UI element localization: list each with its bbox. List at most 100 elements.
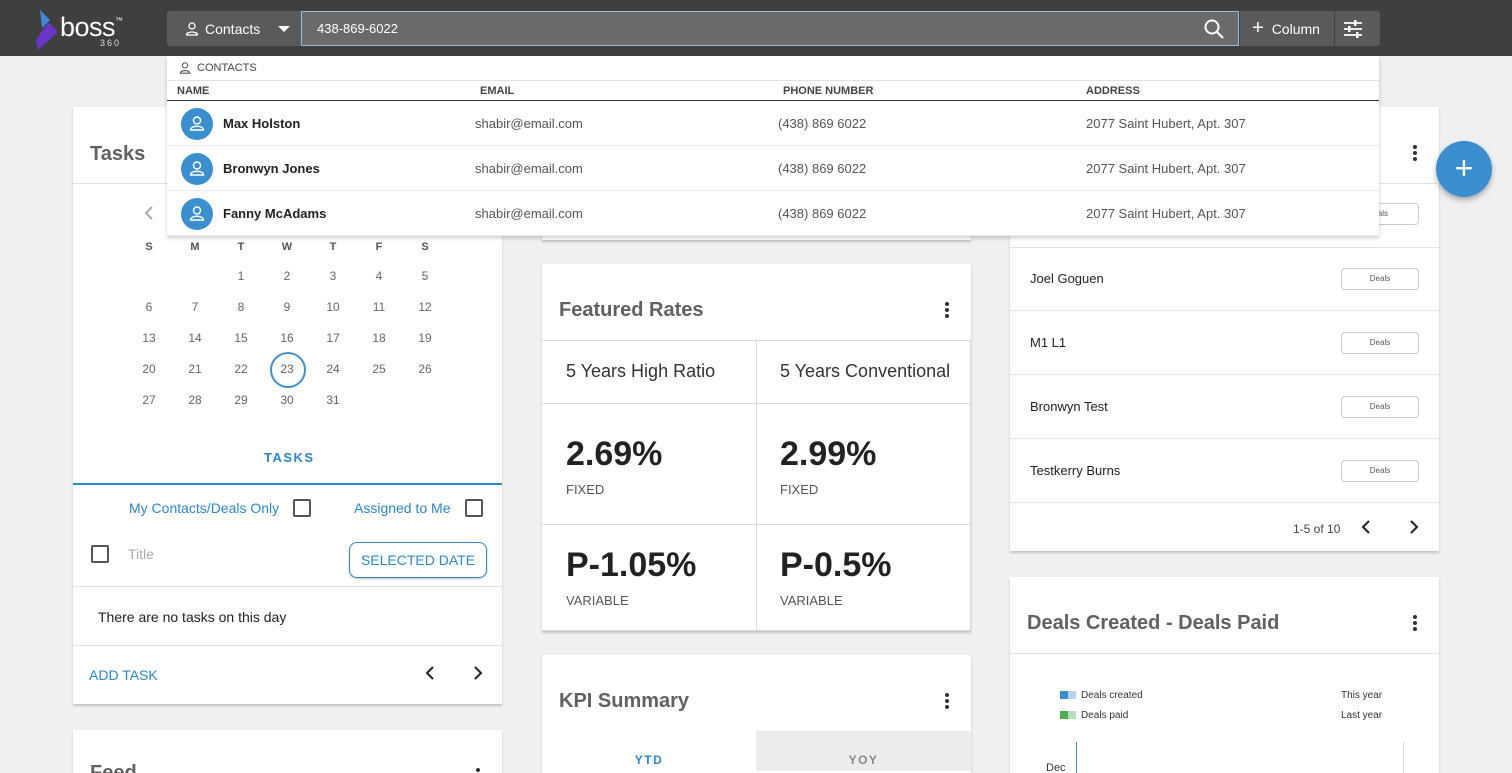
person-icon [189, 161, 205, 176]
calendar-day[interactable]: 21 [172, 362, 218, 376]
contact-address: 2077 Saint Hubert, Apt. 307 [1086, 116, 1246, 131]
search-icon[interactable] [1203, 18, 1225, 40]
calendar-day[interactable]: 29 [218, 393, 264, 407]
column-header-address: ADDRESS [1086, 85, 1140, 97]
calendar-day[interactable]: 3 [310, 269, 356, 283]
sliders-icon[interactable] [1342, 18, 1364, 40]
calendar-day[interactable]: 19 [402, 331, 448, 345]
boss-logo[interactable]: boss™ 360 [34, 8, 134, 50]
calendar-day[interactable]: 8 [218, 300, 264, 314]
calendar-day[interactable]: 10 [310, 300, 356, 314]
contact-name: Max Holston [223, 116, 301, 131]
contact-result-row[interactable]: Bronwyn Jones shabir@email.com (438) 869… [167, 146, 1379, 191]
pagination-prev-icon[interactable] [1360, 520, 1372, 534]
assigned-to-me-checkbox[interactable] [465, 499, 483, 517]
deals-button[interactable]: Deals [1341, 396, 1419, 418]
select-all-tasks-checkbox[interactable] [91, 545, 109, 563]
calendar-day[interactable]: 28 [172, 393, 218, 407]
deal-list-row[interactable]: Joel Goguen Deals [1010, 247, 1439, 311]
column-header-name: NAME [177, 85, 210, 97]
calendar-day[interactable] [126, 269, 172, 283]
deals-list-menu-icon[interactable] [1412, 145, 1418, 163]
tab-yoy[interactable]: YOY [756, 731, 971, 771]
calendar-week: 27 28 29 30 31 [126, 393, 448, 407]
prev-page-icon[interactable] [424, 666, 436, 680]
calendar-day[interactable]: 2 [264, 269, 310, 283]
deal-list-row[interactable]: M1 L1 Deals [1010, 311, 1439, 375]
calendar-day[interactable] [172, 269, 218, 283]
kpi-menu-icon[interactable] [944, 693, 950, 711]
deals-button[interactable]: Deals [1341, 460, 1419, 482]
my-contacts-checkbox[interactable] [293, 499, 311, 517]
prev-month-icon[interactable] [143, 206, 155, 220]
calendar-day[interactable]: 20 [126, 362, 172, 376]
results-section-header: CONTACTS [179, 62, 257, 74]
legend-right-this-year: This year [1341, 690, 1383, 701]
calendar-day[interactable]: 16 [264, 331, 310, 345]
kpi-summary-title: KPI Summary [559, 690, 690, 712]
rate-fixed-label: FIXED [780, 482, 819, 497]
contact-address: 2077 Saint Hubert, Apt. 307 [1086, 206, 1246, 221]
calendar-day[interactable]: 5 [402, 269, 448, 283]
deals-button[interactable]: Deals [1341, 332, 1419, 354]
tab-indicator [73, 483, 502, 485]
calendar-day-selected[interactable]: 23 [264, 352, 310, 388]
calendar-day[interactable]: 30 [264, 393, 310, 407]
calendar-day[interactable]: 11 [356, 300, 402, 314]
calendar-week: 20 21 22 23 24 25 26 [126, 352, 448, 388]
weekday-label: T [329, 241, 337, 253]
rate-fixed-value: 2.99% [780, 435, 877, 473]
calendar-day[interactable] [356, 393, 402, 407]
legend-label-created: Deals created [1081, 690, 1143, 701]
deal-contact-name: Testkerry Burns [1030, 463, 1121, 478]
add-task-button[interactable]: ADD TASK [89, 667, 158, 683]
tab-tasks[interactable]: TASKS [264, 450, 315, 465]
calendar-day[interactable]: 1 [218, 269, 264, 283]
calendar-day[interactable]: 27 [126, 393, 172, 407]
contact-phone: (438) 869 6022 [778, 206, 867, 221]
calendar-day[interactable]: 24 [310, 362, 356, 376]
calendar-day[interactable]: 26 [402, 362, 448, 376]
calendar-day[interactable]: 18 [356, 331, 402, 345]
search-input[interactable] [301, 11, 1239, 46]
calendar-day[interactable]: 17 [310, 331, 356, 345]
search-scope-dropdown[interactable]: Contacts [167, 11, 301, 46]
chevron-down-icon [278, 25, 291, 32]
rate-variable-label: VARIABLE [566, 593, 629, 608]
calendar-day[interactable]: 14 [172, 331, 218, 345]
calendar-day[interactable]: 22 [218, 362, 264, 376]
calendar-day[interactable]: 7 [172, 300, 218, 314]
deal-list-row[interactable]: Testkerry Burns Deals [1010, 439, 1439, 503]
calendar-day[interactable]: 6 [126, 300, 172, 314]
weekday-label: F [375, 241, 383, 253]
contact-email: shabir@email.com [475, 161, 583, 176]
weekday-label: T [237, 241, 245, 253]
contact-result-row[interactable]: Max Holston shabir@email.com (438) 869 6… [167, 101, 1379, 146]
calendar-day[interactable]: 13 [126, 331, 172, 345]
calendar-day[interactable] [402, 393, 448, 407]
feed-menu-icon[interactable] [475, 768, 481, 773]
add-column-button[interactable]: + Column [1252, 11, 1334, 46]
add-fab-button[interactable]: + [1436, 141, 1492, 197]
featured-rates-menu-icon[interactable] [944, 302, 950, 320]
calendar-day[interactable]: 9 [264, 300, 310, 314]
boss-logo-mark-icon [36, 10, 58, 50]
deals-button[interactable]: Deals [1341, 268, 1419, 290]
calendar-day[interactable]: 25 [356, 362, 402, 376]
calendar-day[interactable]: 12 [402, 300, 448, 314]
calendar-day[interactable]: 31 [310, 393, 356, 407]
tab-ytd[interactable]: YTD [542, 731, 756, 771]
featured-rates-card: Featured Rates 5 Years High Ratio 5 Year… [542, 264, 971, 631]
deals-chart-menu-icon[interactable] [1412, 615, 1418, 633]
pagination-next-icon[interactable] [1408, 520, 1420, 534]
feed-title: Feed [90, 762, 137, 773]
contact-result-row[interactable]: Fanny McAdams shabir@email.com (438) 869… [167, 191, 1379, 236]
selected-date-button[interactable]: SELECTED DATE [349, 542, 487, 578]
deal-list-row[interactable]: Bronwyn Test Deals [1010, 375, 1439, 439]
calendar-day[interactable]: 15 [218, 331, 264, 345]
pagination-label: 1-5 of 10 [1293, 522, 1341, 536]
calendar-week: 12345 [126, 269, 448, 283]
next-page-icon[interactable] [472, 666, 484, 680]
calendar-day[interactable]: 4 [356, 269, 402, 283]
title-column-header: Title [128, 546, 154, 562]
